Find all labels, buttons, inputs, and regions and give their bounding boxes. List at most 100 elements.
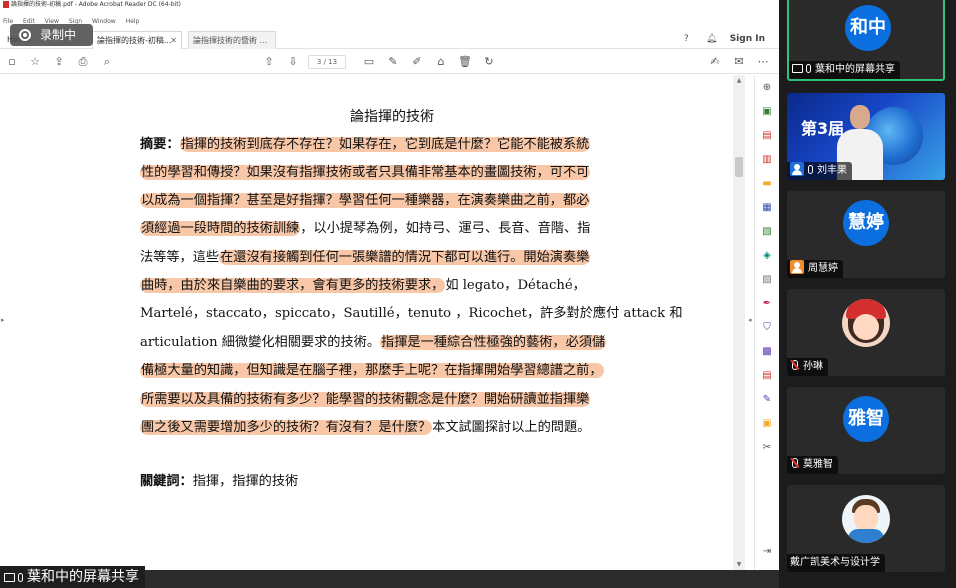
- tab-document-2-label: 論指揮技術的暨術 ...: [193, 36, 268, 45]
- keywords-line: 關鍵詞：指揮，指揮的技術: [140, 472, 660, 492]
- close-icon[interactable]: ✕: [170, 32, 177, 50]
- rotate-icon[interactable]: ↻: [482, 55, 496, 69]
- menu-window[interactable]: Window: [92, 18, 116, 25]
- document-title: 論指揮的技術: [350, 109, 434, 125]
- screen-share-icon: [4, 573, 15, 582]
- sign-tool-icon[interactable]: ✒: [760, 297, 774, 311]
- stamp-tool-icon[interactable]: ▣: [760, 417, 774, 431]
- vertical-scrollbar[interactable]: ▲ ▼: [733, 75, 745, 570]
- highlighted-text: 以成為一個指揮？甚至是好指揮？學習任何一種樂器，在演奏樂曲之前，都必: [140, 193, 591, 208]
- avatar: 和中: [845, 5, 891, 51]
- highlighted-text: 在還沒有接觸到任何一張樂譜的情況下都可以進行。開始演奏樂: [219, 250, 591, 265]
- pen-icon[interactable]: ✎: [386, 55, 400, 69]
- avatar-face: [853, 314, 879, 340]
- participant-name: 葉和中的屏幕共享: [815, 64, 895, 75]
- tools-icon[interactable]: ✂: [760, 441, 774, 455]
- page-down-icon[interactable]: ⇩: [286, 55, 300, 69]
- participants-panel: 和中 葉和中的屏幕共享 第3届 刘丰果 慧婷 周慧婷 孙琳 雅智 莫雅智 戴广凯…: [779, 0, 956, 588]
- search-icon[interactable]: ⌕: [100, 55, 114, 69]
- avatar: [842, 299, 890, 347]
- person-head: [850, 105, 870, 129]
- participant-name-tag: 莫雅智: [787, 456, 838, 474]
- participant-tile-6[interactable]: 戴广凯美术与设计学: [787, 485, 945, 572]
- scan-icon[interactable]: ◈: [760, 249, 774, 263]
- avatar-shirt: [848, 529, 884, 543]
- scroll-up-icon[interactable]: ▲: [735, 77, 743, 84]
- record-icon: [19, 29, 31, 41]
- zoom-icon[interactable]: ⊕: [760, 81, 774, 95]
- participant-name: 戴广凯美术与设计学: [790, 557, 880, 568]
- help-icon[interactable]: ?: [684, 30, 689, 48]
- recording-label: 录制中: [40, 28, 77, 42]
- more-icon[interactable]: ⋯: [756, 55, 770, 69]
- person-icon: [790, 260, 804, 274]
- toolbar: ▫ ☆ ⇪ ⎙ ⌕ ⇧ ⇩ 3 / 13 ▭ ✎ ✐ ⌂ 🗑︎ ↻ ✍ ✉ ⋯: [0, 50, 779, 74]
- highlight-icon[interactable]: ✐: [410, 55, 424, 69]
- keywords-label: 關鍵詞：: [140, 474, 193, 489]
- compress-icon[interactable]: ▩: [760, 345, 774, 359]
- star-icon[interactable]: ☆: [28, 55, 42, 69]
- left-panel-toggle-icon[interactable]: ▸: [1, 316, 5, 324]
- highlighted-text: 曲時，由於來自樂曲的要求，會有更多的技術要求，: [140, 278, 446, 293]
- export-pdf-icon[interactable]: ▣: [760, 105, 774, 119]
- share-status-label: 葉和中的屏幕共享: [0, 566, 145, 588]
- keywords-value: 指揮，指揮的技術: [192, 474, 299, 489]
- fill-sign-icon[interactable]: ▤: [760, 369, 774, 383]
- participant-tile-1[interactable]: 和中 葉和中的屏幕共享: [787, 0, 945, 81]
- avatar: 雅智: [843, 396, 889, 442]
- page-up-icon[interactable]: ⇧: [262, 55, 276, 69]
- sign-icon[interactable]: ✍: [708, 55, 722, 69]
- participant-tile-3[interactable]: 慧婷 周慧婷: [787, 191, 945, 278]
- collapse-pane-icon[interactable]: ⇥: [760, 545, 774, 559]
- create-pdf-icon[interactable]: ▤: [760, 129, 774, 143]
- edit-pdf-icon[interactable]: ▥: [760, 153, 774, 167]
- microphone-icon: [18, 573, 23, 582]
- text-segment: 摘要：: [140, 137, 180, 152]
- participant-name-tag: 葉和中的屏幕共享: [789, 61, 900, 79]
- sign-in-button[interactable]: Sign In: [730, 30, 765, 48]
- protect-icon[interactable]: ⛉: [760, 321, 774, 335]
- tab-document-2[interactable]: 論指揮技術的暨術 ...: [188, 31, 276, 49]
- document-line: 所需要以及具備的技術有多少？能學習的技術觀念是什麼？開始研讀並指揮樂: [140, 390, 660, 410]
- tab-document-1[interactable]: 論指揮的技術-初稿... ✕: [92, 31, 182, 49]
- participant-tile-4[interactable]: 孙琳: [787, 289, 945, 376]
- participant-name: 周慧婷: [808, 263, 838, 274]
- document-line: Martelé，staccato，spiccato，Sautillé，tenut…: [140, 304, 683, 324]
- scroll-down-icon[interactable]: ▼: [735, 561, 743, 568]
- participant-name: 孙琳: [803, 361, 823, 372]
- screen: 論指揮的技術-初稿.pdf - Adobe Acrobat Reader DC …: [0, 0, 956, 588]
- highlighted-text: 備極大量的知識，但知識是在腦子裡，那麼手上呢？在指揮開始學習總譜之前，: [140, 363, 604, 378]
- print-icon[interactable]: ⎙: [76, 55, 90, 69]
- comment-tool-icon[interactable]: ▬: [760, 177, 774, 191]
- upload-icon[interactable]: ⇪: [52, 55, 66, 69]
- participant-tile-2[interactable]: 第3届 刘丰果: [787, 93, 945, 180]
- comment-icon[interactable]: ▭: [362, 55, 376, 69]
- combine-files-icon[interactable]: ▦: [760, 201, 774, 215]
- microphone-muted-icon: [790, 458, 799, 468]
- document-line: articulation 細微變化相關要求的技術。指揮是一種綜合性極強的藝術，必…: [140, 333, 660, 353]
- window-titlebar: 論指揮的技術-初稿.pdf - Adobe Acrobat Reader DC …: [0, 0, 779, 10]
- right-panel-toggle-icon[interactable]: ◂: [748, 316, 752, 324]
- document-line: 以成為一個指揮？甚至是好指揮？學習任何一種樂器，在演奏樂曲之前，都必: [140, 191, 660, 211]
- tab-bar: Home 論指揮的技術-初稿... ✕ 論指揮技術的暨術 ...: [0, 29, 779, 49]
- participant-tile-5[interactable]: 雅智 莫雅智: [787, 387, 945, 474]
- send-review-icon[interactable]: ✎: [760, 393, 774, 407]
- document-line: 備極大量的知識，但知識是在腦子裡，那麼手上呢？在指揮開始學習總譜之前，: [140, 361, 660, 381]
- page-indicator[interactable]: 3 / 13: [308, 55, 346, 69]
- redact-icon[interactable]: ▨: [760, 273, 774, 287]
- highlighted-text: 所需要以及具備的技術有多少？能學習的技術觀念是什麼？開始研讀並指揮樂: [140, 392, 591, 407]
- screen-share-icon: [792, 64, 803, 73]
- bell-icon[interactable]: 🔔︎: [706, 30, 717, 48]
- delete-icon[interactable]: 🗑︎: [458, 55, 472, 69]
- scrollbar-thumb[interactable]: [735, 157, 743, 177]
- stamp-icon[interactable]: ⌂: [434, 55, 448, 69]
- mail-icon[interactable]: ✉: [732, 55, 746, 69]
- participant-name: 莫雅智: [803, 459, 833, 470]
- text-segment: ，以小提琴為例，如持弓、運弓、長音、音階、指: [300, 221, 591, 236]
- organize-pages-icon[interactable]: ▧: [760, 225, 774, 239]
- microphone-icon: [806, 64, 811, 73]
- tab-document-1-label: 論指揮的技術-初稿...: [97, 36, 172, 45]
- avatar-face: [854, 505, 878, 531]
- menu-help[interactable]: Help: [126, 18, 140, 25]
- save-icon[interactable]: ▫: [5, 55, 19, 69]
